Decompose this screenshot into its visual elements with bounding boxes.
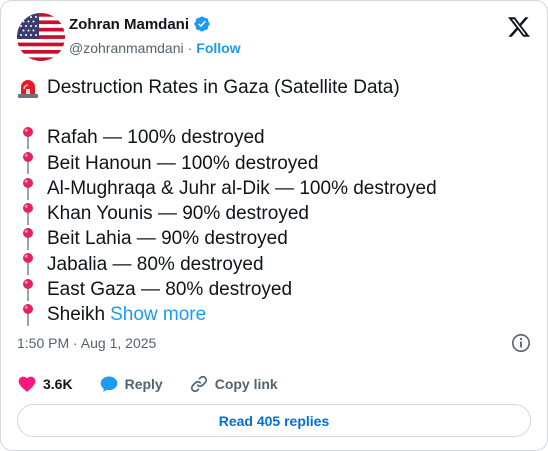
list-item-text: East Gaza — 80% destroyed [47,279,293,301]
verified-badge-icon [194,16,210,32]
list-item: Sheikh Show more [17,302,531,327]
list-item: Khan Younis — 90% destroyed [17,201,531,226]
copy-link-label: Copy link [214,376,278,392]
round-pushpin-icon [23,126,33,149]
tweet-actions: 3.6K Reply Copy link [17,373,304,395]
round-pushpin-icon [23,253,33,276]
list-item-text: Sheikh [47,304,106,326]
tweet-card: Zohran Mamdani @zohranmamdani · Follow D… [0,0,548,451]
round-pushpin-icon [23,304,33,327]
headline-line: Destruction Rates in Gaza (Satellite Dat… [17,75,531,100]
list-item: Rafah — 100% destroyed [17,125,531,150]
line-spacer [17,100,531,125]
us-flag-avatar [17,13,65,61]
author-handle-row: @zohranmamdani · Follow [69,40,241,56]
author-name-row: Zohran Mamdani [69,15,211,33]
list-item-text: Jabalia — 80% destroyed [47,253,264,275]
list-item-text: Rafah — 100% destroyed [47,127,265,149]
show-more-link[interactable]: Show more [110,302,206,327]
round-pushpin-icon [23,177,33,200]
like-count: 3.6K [43,376,73,392]
copy-link-button[interactable]: Copy link [189,374,278,394]
round-pushpin-icon [23,152,33,175]
siren-icon [18,79,38,98]
link-icon [190,375,207,393]
round-pushpin-icon [23,202,33,225]
reply-label: Reply [124,376,163,392]
tweet-headline: Destruction Rates in Gaza (Satellite Dat… [47,77,400,98]
list-item-text: Beit Lahia — 90% destroyed [47,228,288,250]
info-icon[interactable] [511,333,531,353]
round-pushpin-icon [23,278,33,301]
heart-icon [18,376,36,392]
author-display-name[interactable]: Zohran Mamdani [69,16,189,33]
tweet-timestamp[interactable]: 1:50 PM · Aug 1, 2025 [17,335,156,351]
list-item-text: Al-Mughraqa & Juhr al-Dik — 100% destroy… [47,177,437,199]
list-item: Beit Hanoun — 100% destroyed [17,151,531,176]
like-button[interactable]: 3.6K [17,374,73,394]
list-item: Jabalia — 80% destroyed [17,252,531,277]
read-replies-button[interactable]: Read 405 replies [17,404,531,437]
list-item: Beit Lahia — 90% destroyed [17,226,531,251]
round-pushpin-icon [23,228,33,251]
list-item-text: Khan Younis — 90% destroyed [47,203,309,225]
list-item: Al-Mughraqa & Juhr al-Dik — 100% destroy… [17,176,531,201]
tweet-text: Destruction Rates in Gaza (Satellite Dat… [17,75,531,328]
reply-bubble-icon [100,376,117,392]
author-avatar[interactable] [17,13,65,61]
list-item: East Gaza — 80% destroyed [17,277,531,302]
handle-separator: · [187,40,193,56]
author-handle[interactable]: @zohranmamdani [69,40,184,56]
list-item-text: Beit Hanoun — 100% destroyed [47,152,319,174]
reply-button[interactable]: Reply [99,374,163,394]
x-logo-icon[interactable] [507,15,531,39]
follow-button[interactable]: Follow [196,40,240,56]
